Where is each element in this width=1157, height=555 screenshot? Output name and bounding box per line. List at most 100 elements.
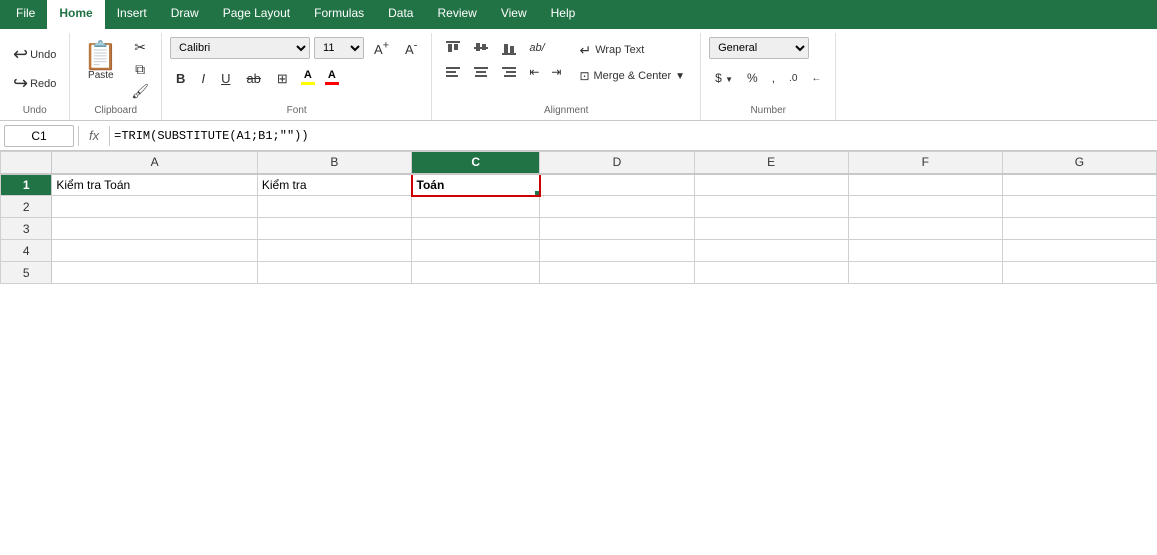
decrease-font-button[interactable]: A- (399, 37, 423, 59)
increase-font-button[interactable]: A+ (368, 37, 395, 59)
cell-F4[interactable] (848, 240, 1002, 262)
cell-D3[interactable] (540, 218, 694, 240)
cell-A3[interactable] (52, 218, 258, 240)
cell-D4[interactable] (540, 240, 694, 262)
cell-G1[interactable] (1002, 174, 1156, 196)
tab-home[interactable]: Home (47, 0, 104, 29)
paste-label: Paste (88, 70, 114, 81)
cell-C1[interactable]: Toán (412, 174, 540, 196)
decrease-decimal-button[interactable]: ← (805, 67, 827, 89)
paste-button[interactable]: 📋 Paste (78, 37, 123, 86)
cell-C5[interactable] (412, 262, 540, 284)
cell-E4[interactable] (694, 240, 848, 262)
underline-button[interactable]: U (215, 67, 236, 89)
format-painter-button[interactable]: 🖌 (127, 81, 153, 101)
tab-insert[interactable]: Insert (105, 0, 159, 29)
col-header-C[interactable]: C (412, 152, 540, 174)
undo-button[interactable]: ↩ Undo (8, 41, 61, 68)
cell-E5[interactable] (694, 262, 848, 284)
col-header-F[interactable]: F (848, 152, 1002, 174)
cell-C4[interactable] (412, 240, 540, 262)
align-bottom-button[interactable] (496, 37, 522, 59)
borders-button[interactable]: ⊞ (271, 67, 294, 89)
fx-label: fx (89, 128, 99, 143)
cell-D5[interactable] (540, 262, 694, 284)
decrease-font-icon: A- (405, 42, 417, 57)
cell-B2[interactable] (257, 196, 411, 218)
table-row: 4 (1, 240, 1157, 262)
font-family-select[interactable]: Calibri (170, 37, 310, 59)
cell-D1[interactable] (540, 174, 694, 196)
align-center-button[interactable] (468, 61, 494, 83)
tab-help[interactable]: Help (539, 0, 588, 29)
number-format-buttons: $ ▼ % , .0 ← (709, 67, 827, 89)
comma-button[interactable]: , (766, 67, 781, 89)
col-header-B[interactable]: B (257, 152, 411, 174)
col-header-E[interactable]: E (694, 152, 848, 174)
cell-A5[interactable] (52, 262, 258, 284)
cell-B3[interactable] (257, 218, 411, 240)
col-header-A[interactable]: A (52, 152, 258, 174)
fill-color-button[interactable]: A (298, 67, 318, 89)
merge-center-button[interactable]: ⊡ Merge & Center ▼ (572, 65, 692, 87)
font-size-select[interactable]: 11 (314, 37, 364, 59)
cell-A4[interactable] (52, 240, 258, 262)
cell-C3[interactable] (412, 218, 540, 240)
format-painter-icon: 🖌 (131, 83, 149, 99)
cell-E2[interactable] (694, 196, 848, 218)
cell-G5[interactable] (1002, 262, 1156, 284)
number-format-select[interactable]: General (709, 37, 809, 59)
corner-header (1, 152, 52, 174)
cell-G2[interactable] (1002, 196, 1156, 218)
font-color-button[interactable]: A (322, 67, 342, 89)
increase-decimal-button[interactable]: .0 (783, 67, 803, 89)
cell-E3[interactable] (694, 218, 848, 240)
tab-data[interactable]: Data (376, 0, 425, 29)
align-right-button[interactable] (496, 61, 522, 83)
formula-input[interactable] (114, 125, 1153, 147)
tab-draw[interactable]: Draw (159, 0, 211, 29)
cell-G4[interactable] (1002, 240, 1156, 262)
dollar-button[interactable]: $ ▼ (709, 67, 739, 89)
tab-review[interactable]: Review (425, 0, 488, 29)
orientation-button[interactable]: ab/ (524, 37, 549, 59)
cell-G3[interactable] (1002, 218, 1156, 240)
cell-C2[interactable] (412, 196, 540, 218)
col-header-G[interactable]: G (1002, 152, 1156, 174)
cell-B1[interactable]: Kiểm tra (257, 174, 411, 196)
align-left-icon (445, 64, 461, 80)
undo-group: ↩ Undo ↪ Redo Undo (0, 33, 70, 120)
tab-formulas[interactable]: Formulas (302, 0, 376, 29)
cell-B4[interactable] (257, 240, 411, 262)
indent-increase-button[interactable]: ⇥ (546, 61, 566, 83)
indent-decrease-button[interactable]: ⇤ (524, 61, 544, 83)
col-header-D[interactable]: D (540, 152, 694, 174)
cell-D2[interactable] (540, 196, 694, 218)
copy-button[interactable]: ⧉ (127, 59, 153, 79)
cell-F5[interactable] (848, 262, 1002, 284)
cell-A2[interactable] (52, 196, 258, 218)
align-buttons: ab/ ⇤ ⇥ (440, 37, 566, 83)
tab-view[interactable]: View (489, 0, 539, 29)
align-left-button[interactable] (440, 61, 466, 83)
clipboard-inner: 📋 Paste ✂ ⧉ 🖌 (78, 37, 153, 101)
cell-F3[interactable] (848, 218, 1002, 240)
italic-button[interactable]: I (195, 67, 211, 89)
align-middle-button[interactable] (468, 37, 494, 59)
align-top-button[interactable] (440, 37, 466, 59)
cut-button[interactable]: ✂ (127, 37, 153, 57)
wrap-text-button[interactable]: ↵ Wrap Text (572, 39, 692, 61)
cell-E1[interactable] (694, 174, 848, 196)
cell-F2[interactable] (848, 196, 1002, 218)
redo-button[interactable]: ↪ Redo (8, 70, 61, 97)
strikethrough-button[interactable]: ab (240, 67, 266, 89)
tab-page-layout[interactable]: Page Layout (211, 0, 302, 29)
cell-B5[interactable] (257, 262, 411, 284)
cell-A1[interactable]: Kiểm tra Toán (52, 174, 258, 196)
tab-file[interactable]: File (4, 0, 47, 29)
percent-button[interactable]: % (741, 67, 764, 89)
formula-divider (78, 126, 79, 146)
cell-F1[interactable] (848, 174, 1002, 196)
bold-button[interactable]: B (170, 67, 191, 89)
cell-reference-box[interactable] (4, 125, 74, 147)
